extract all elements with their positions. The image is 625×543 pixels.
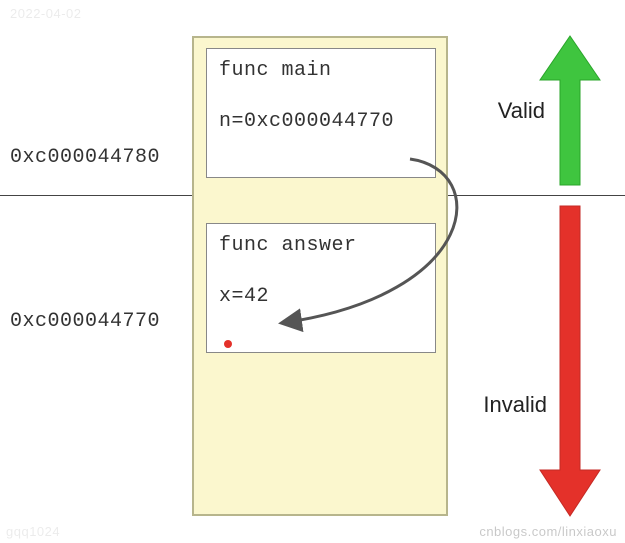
watermark-top-left: 2022-04-02 (10, 6, 82, 21)
address-label-main: 0xc000044780 (10, 146, 160, 169)
diagram-canvas: 2022-04-02 gqq1024 cnblogs.com/linxiaoxu… (0, 0, 625, 543)
address-label-answer: 0xc000044770 (10, 310, 160, 333)
invalid-arrow-icon (540, 206, 600, 516)
valid-arrow-icon (540, 36, 600, 185)
watermark-bottom-left: gqq1024 (6, 524, 60, 539)
frame-answer-var: x=42 (219, 285, 423, 308)
frame-answer: func answer x=42 (206, 223, 436, 353)
valid-label: Valid (498, 98, 545, 124)
red-dot-marker (224, 340, 232, 348)
frame-main-var: n=0xc000044770 (219, 110, 423, 133)
watermark-bottom-right: cnblogs.com/linxiaoxu (479, 524, 617, 539)
frame-main-fn: func main (219, 59, 423, 82)
frame-main: func main n=0xc000044770 (206, 48, 436, 178)
stack-container: func main n=0xc000044770 func answer x=4… (192, 36, 448, 516)
invalid-label: Invalid (483, 392, 547, 418)
frame-answer-fn: func answer (219, 234, 423, 257)
